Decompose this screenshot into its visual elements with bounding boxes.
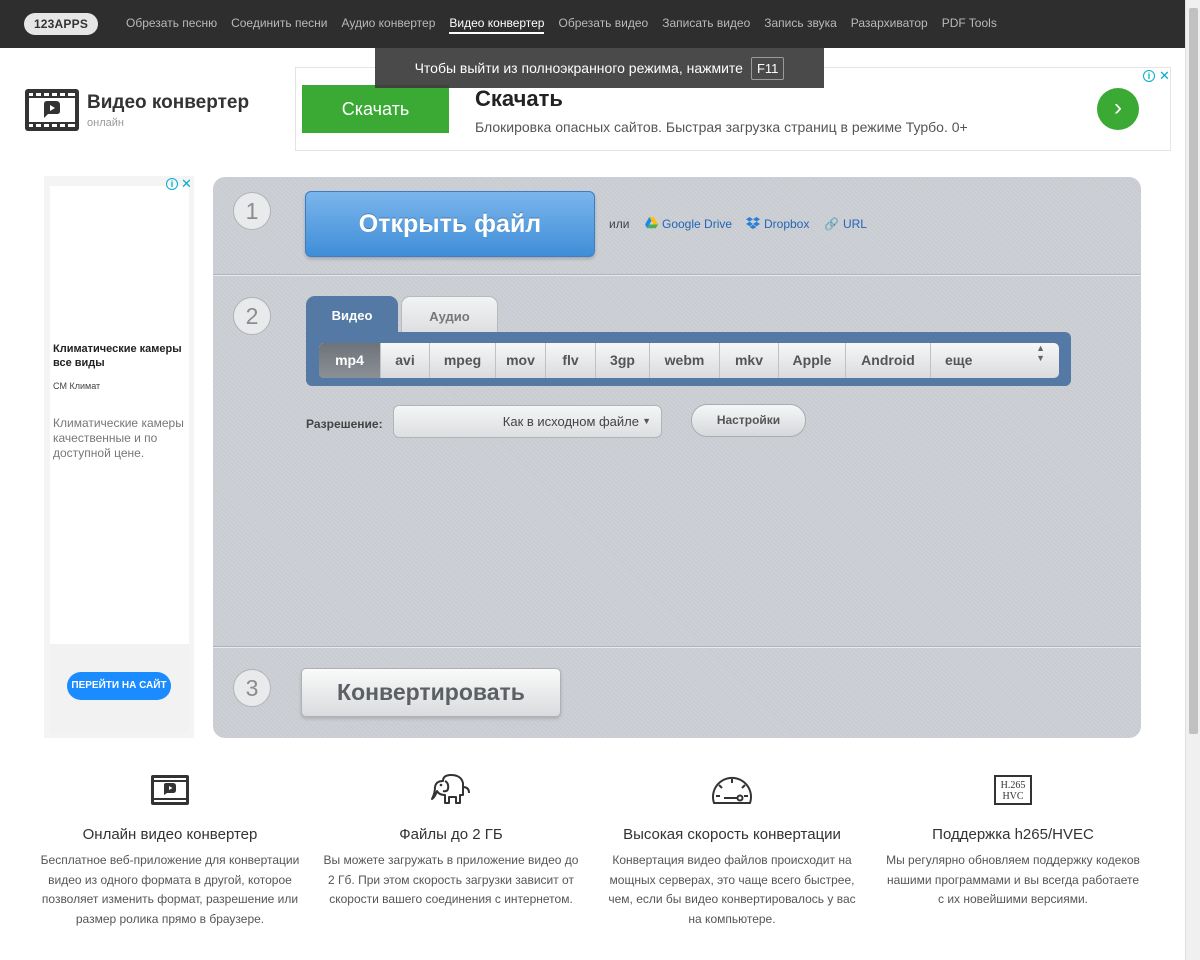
feature-text: Конвертация видео файлов происходит на м… [608,853,856,926]
feature-title: Файлы до 2 ГБ [399,826,503,843]
nav-link-video-converter-label: Видео конвертер [449,16,545,34]
side-ad-cta-button[interactable]: ПЕРЕЙТИ НА САЙТ [67,672,171,700]
resolution-label: Разрешение: [306,417,383,431]
format-bar: mp4 avi mpeg mov flv 3gp webm mkv Apple … [306,332,1071,386]
url-label: URL [842,217,867,231]
feature-text: Вы можете загружать в приложение видео д… [323,853,579,906]
logo[interactable]: 123APPS [24,13,98,35]
updown-arrows-icon: ▲ ▼ [1036,343,1045,363]
video-converter-app-icon [25,89,79,131]
ad-arrow-button[interactable]: › [1097,88,1139,130]
video-icon [151,775,189,805]
dropbox-label: Dropbox [764,217,810,231]
step-number-2: 2 [233,297,271,335]
google-drive-icon [645,217,658,229]
speedometer-icon [712,776,752,804]
nav-link-cut-song[interactable]: Обрезать песню [126,0,217,48]
format-mkv[interactable]: mkv [720,343,779,378]
feature-text: Бесплатное веб-приложение для конвертаци… [40,853,300,926]
feature-codec-support: H.265 HVC Поддержка h265/HVEC Мы регуляр… [883,772,1143,910]
codec-icon-text-h265: H.265 [1001,780,1026,791]
step-number-3: 3 [233,669,271,707]
nav-link-unarchiver[interactable]: Разархиватор [851,0,928,48]
chevron-down-icon: ▼ [642,416,651,426]
format-mpeg[interactable]: mpeg [430,343,496,378]
step-number-1: 1 [233,192,271,230]
open-file-button[interactable]: Открыть файл [305,191,595,257]
nav-link-video-converter[interactable]: Видео конвертер [449,0,545,48]
ad-title[interactable]: Скачать [475,86,563,112]
codec-icon-text-hvc: HVC [1002,791,1023,802]
google-drive-label: Google Drive [662,217,733,231]
page-title: Видео конвертер [87,92,250,113]
dropbox-link[interactable]: Dropbox [746,217,809,231]
format-3gp[interactable]: 3gp [596,343,650,378]
format-flv[interactable]: flv [546,343,596,378]
google-drive-link[interactable]: Google Drive [645,217,732,231]
dropbox-icon [746,217,760,229]
nav-link-record-sound[interactable]: Запись звука [764,0,837,48]
codec-icon: H.265 HVC [994,775,1032,805]
nav-link-cut-video[interactable]: Обрезать видео [558,0,648,48]
format-more-dropdown[interactable]: еще ▲ ▼ [931,343,1059,378]
side-ad-info-icon[interactable]: i [166,178,178,190]
link-icon: 🔗 [824,217,839,231]
page-subtitle: онлайн [87,117,124,129]
fullscreen-notice: Чтобы выйти из полноэкранного режима, на… [375,48,824,88]
feature-online-converter: Онлайн видео конвертер Бесплатное веб-пр… [40,772,300,929]
format-mov[interactable]: mov [496,343,546,378]
format-list: mp4 avi mpeg mov flv 3gp webm mkv Apple … [319,343,1059,378]
feature-high-speed: Высокая скорость конвертации Конвертация… [602,772,862,929]
ad-close-icon[interactable]: ✕ [1159,69,1170,82]
feature-text: Мы регулярно обновляем поддержку кодеков… [886,853,1140,906]
settings-button[interactable]: Настройки [691,404,806,437]
side-ad-close-icon[interactable]: ✕ [181,177,192,190]
tab-audio[interactable]: Аудио [401,296,498,334]
nav-link-record-video[interactable]: Записать видео [662,0,750,48]
feature-title: Высокая скорость конвертации [623,826,841,843]
resolution-value: Как в исходном файле [502,414,639,429]
url-link[interactable]: 🔗 URL [824,217,867,231]
ad-info-icon[interactable]: i [1143,70,1155,82]
side-ad-title[interactable]: Климатические камеры все виды [53,342,183,370]
or-label: или [609,217,630,231]
step-divider [213,646,1141,648]
scrollbar-thumb[interactable] [1189,8,1198,734]
fullscreen-notice-text: Чтобы выйти из полноэкранного режима, на… [414,60,743,76]
feature-title: Онлайн видео конвертер [82,826,258,843]
nav-link-join-songs[interactable]: Соединить песни [231,0,327,48]
convert-button[interactable]: Конвертировать [301,668,561,717]
side-ad-brand: CM Климат [53,381,101,391]
feature-file-size: Файлы до 2 ГБ Вы можете загружать в прил… [321,772,581,910]
side-advertisement[interactable]: i ✕ Климатические камеры все виды CM Кли… [44,176,194,738]
nav-links: Обрезать песню Соединить песни Аудио кон… [126,0,1011,48]
tab-video[interactable]: Видео [306,296,398,334]
format-android[interactable]: Android [846,343,931,378]
nav-link-audio-converter[interactable]: Аудио конвертер [341,0,435,48]
format-avi[interactable]: avi [381,343,430,378]
ad-text: Блокировка опасных сайтов. Быстрая загру… [475,119,968,135]
ad-download-button[interactable]: Скачать [302,85,449,133]
fullscreen-key: F11 [750,56,785,80]
side-ad-text: Климатические камеры качественные и по д… [53,416,184,460]
format-apple[interactable]: Apple [779,343,846,378]
resolution-select[interactable]: Как в исходном файле ▼ [393,405,662,438]
format-mp4[interactable]: mp4 [319,343,381,378]
feature-title: Поддержка h265/HVEC [932,826,1094,843]
nav-link-pdf-tools[interactable]: PDF Tools [942,0,997,48]
step-divider [213,274,1141,276]
top-navigation: 123APPS Обрезать песню Соединить песни А… [0,0,1185,48]
format-webm[interactable]: webm [650,343,720,378]
format-more-label: еще [945,352,973,368]
page-scrollbar[interactable] [1185,0,1200,960]
elephant-icon [431,774,470,804]
converter-panel: 1 2 3 Открыть файл или Google Drive Drop… [213,177,1141,738]
